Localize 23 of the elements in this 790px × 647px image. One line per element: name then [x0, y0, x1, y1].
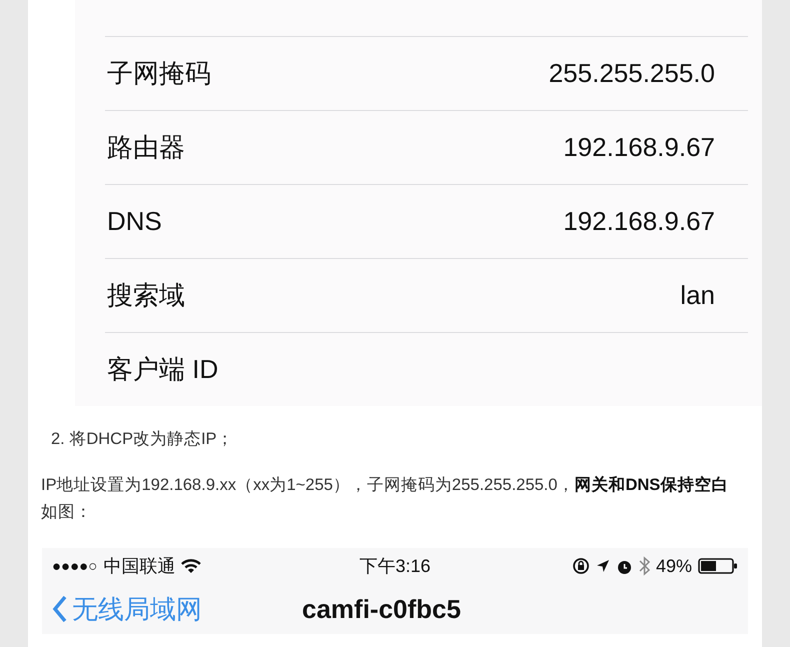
status-time: 下午3:16 [359, 555, 431, 578]
setting-value: 255.255.255.0 [548, 58, 715, 89]
setting-label: 搜索域 [107, 279, 185, 312]
battery-icon [698, 557, 738, 575]
network-title: camfi-c0fbc5 [302, 594, 461, 624]
rotation-lock-icon [572, 557, 590, 575]
instruction-text: IP地址设置为192.168.9.xx（xx为1~255），子网掩码为255.255.255.0，网关和DNS保持空白如图： [41, 474, 730, 523]
wifi-icon [181, 558, 202, 574]
setting-value: lan [680, 280, 715, 311]
setting-label: 子网掩码 [107, 57, 211, 90]
location-icon [596, 559, 610, 573]
setting-label: 客户端 ID [107, 353, 218, 386]
back-link[interactable]: 无线局域网 [52, 592, 302, 626]
setting-label: DNS [107, 206, 162, 237]
bluetooth-icon [638, 556, 650, 576]
setting-value: 192.168.9.67 [563, 206, 715, 237]
chevron-left-icon [52, 595, 68, 623]
step-heading: 2. 将DHCP改为静态IP； [51, 429, 235, 450]
setting-label: 路由器 [107, 131, 185, 164]
battery-percent: 49% [656, 556, 692, 576]
carrier-name: 中国联通 [103, 555, 176, 578]
setting-value: 192.168.9.67 [563, 132, 715, 163]
signal-strength: ●●●●○ [52, 558, 98, 574]
